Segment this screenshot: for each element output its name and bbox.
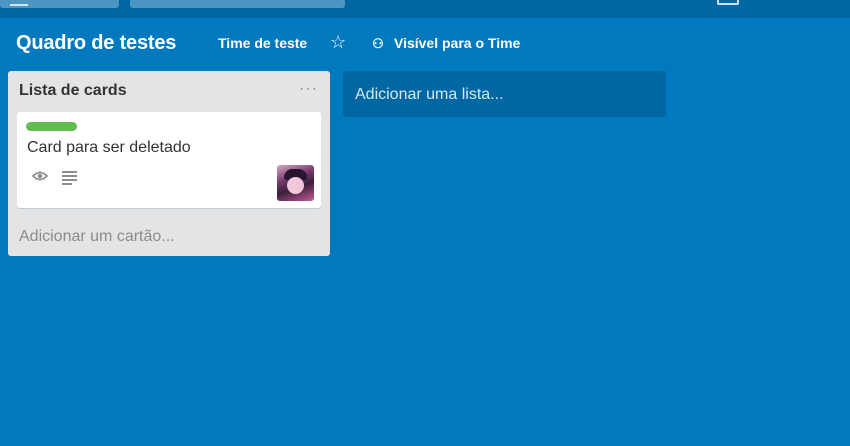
card[interactable]: Card para ser deletado xyxy=(17,112,321,208)
boards-icon xyxy=(10,0,28,6)
list-title[interactable]: Lista de cards xyxy=(19,82,127,100)
list: Lista de cards ··· Card para ser deletad… xyxy=(8,71,330,256)
add-list-label: Adicionar uma lista... xyxy=(355,86,504,103)
board-title[interactable]: Quadro de testes xyxy=(16,32,176,55)
visibility-label: Visível para o Time xyxy=(394,35,521,51)
boards-button[interactable] xyxy=(0,0,119,8)
add-card-button[interactable]: Adicionar um cartão... xyxy=(19,228,175,246)
avatar[interactable] xyxy=(277,165,314,201)
search-input[interactable] xyxy=(130,0,345,8)
star-icon[interactable]: ☆ xyxy=(330,32,346,52)
description-icon xyxy=(62,171,77,185)
eye-icon xyxy=(31,169,49,186)
card-label xyxy=(26,122,77,131)
user-menu[interactable] xyxy=(715,0,825,6)
top-bar xyxy=(0,0,850,18)
team-icon: ⚇ xyxy=(372,36,384,51)
visibility-button[interactable]: ⚇ Visível para o Time xyxy=(370,35,520,53)
info-icon xyxy=(717,0,739,5)
team-link[interactable]: Time de teste xyxy=(218,35,307,51)
add-list-button[interactable]: Adicionar uma lista... xyxy=(343,71,666,117)
ellipsis-icon[interactable]: ··· xyxy=(299,80,318,98)
card-title: Card para ser deletado xyxy=(27,139,191,156)
board-header: Quadro de testes Time de teste ☆ ⚇ Visíve… xyxy=(0,26,850,60)
